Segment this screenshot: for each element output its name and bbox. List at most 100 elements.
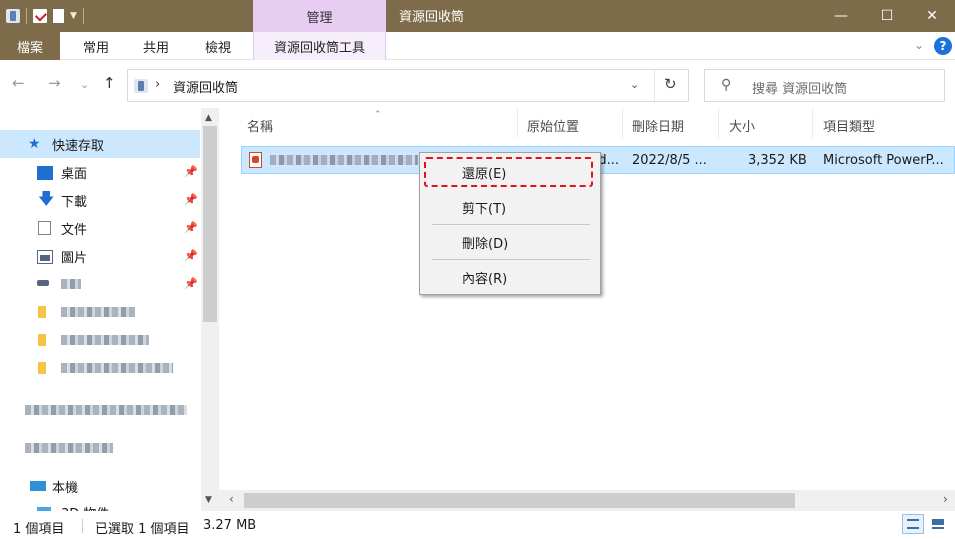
sidebar-item-folder[interactable] xyxy=(0,298,200,326)
menu-item-delete[interactable]: 刪除(D) xyxy=(420,228,600,256)
pin-icon[interactable]: 📌 xyxy=(184,221,198,234)
address-bar[interactable]: › 資源回收筒 ⌄ ↻ xyxy=(127,69,689,102)
folder-icon xyxy=(38,334,46,346)
column-size[interactable]: 大小 xyxy=(729,114,755,136)
sort-ascending-icon: ⌃ xyxy=(374,110,382,120)
column-name[interactable]: 名稱 xyxy=(247,114,273,136)
horizontal-scrollbar-thumb[interactable] xyxy=(244,493,795,508)
tab-home[interactable]: 常用 xyxy=(72,32,120,60)
sidebar-item-3d-objects[interactable]: 3D 物件 xyxy=(0,498,200,511)
restore-highlight-box xyxy=(424,157,593,187)
sidebar-item-network[interactable] xyxy=(0,434,200,462)
breadcrumb-separator-icon[interactable]: › xyxy=(155,77,160,92)
address-dropdown-chevron-icon[interactable]: ⌄ xyxy=(630,78,639,91)
selected-size: 3.27 MB xyxy=(203,518,257,533)
help-icon[interactable]: ? xyxy=(934,37,952,55)
column-date-deleted[interactable]: 刪除日期 xyxy=(632,114,684,136)
folder-icon xyxy=(38,306,46,318)
close-button[interactable]: ✕ xyxy=(909,0,955,32)
menu-item-label: 內容(R) xyxy=(462,271,508,287)
sidebar-item-folder[interactable] xyxy=(0,354,200,382)
properties-icon[interactable] xyxy=(33,9,47,23)
minimize-button[interactable]: — xyxy=(818,0,864,32)
blurred-label xyxy=(61,335,149,345)
computer-icon xyxy=(30,481,46,491)
blurred-label xyxy=(25,443,113,453)
menu-separator xyxy=(432,224,590,225)
tab-recycle-bin-tools[interactable]: 資源回收筒工具 xyxy=(253,32,386,60)
customize-toolbar-chevron-icon[interactable]: ▼ xyxy=(70,11,77,21)
large-icons-view-button[interactable] xyxy=(927,514,949,534)
drive-icon xyxy=(37,280,49,286)
powerpoint-file-icon xyxy=(249,152,262,168)
blurred-label xyxy=(61,363,173,373)
manage-contextual-tab[interactable]: 管理 xyxy=(253,0,386,32)
sidebar-item-folder[interactable] xyxy=(0,326,200,354)
large-icons-view-icon xyxy=(932,519,944,529)
size-cell: 3,352 KB xyxy=(748,153,807,168)
sidebar-item-downloads[interactable]: 🡇 下載 📌 xyxy=(0,186,200,214)
recycle-bin-icon xyxy=(6,9,20,23)
forward-button[interactable]: → xyxy=(48,74,61,92)
column-original-location[interactable]: 原始位置 xyxy=(527,114,579,136)
details-view-icon xyxy=(907,519,919,529)
blurred-label xyxy=(25,405,187,415)
column-item-type[interactable]: 項目類型 xyxy=(823,114,875,136)
status-divider xyxy=(82,519,83,533)
scroll-right-arrow-icon[interactable]: › xyxy=(943,492,948,506)
sidebar-item-label: 下載 xyxy=(61,194,88,210)
new-page-icon[interactable] xyxy=(53,9,64,23)
sidebar-item-cloud[interactable] xyxy=(0,396,200,424)
sidebar-item-documents[interactable]: 文件 📌 xyxy=(0,214,200,242)
column-divider[interactable] xyxy=(622,108,623,138)
nav-scrollbar-thumb[interactable] xyxy=(203,126,217,322)
up-button[interactable]: ↑ xyxy=(103,74,116,92)
desktop-icon xyxy=(37,166,53,180)
menu-item-label: 刪除(D) xyxy=(462,236,509,252)
scroll-left-arrow-icon[interactable]: ‹ xyxy=(229,492,234,506)
scroll-up-arrow-icon[interactable]: ▲ xyxy=(205,113,212,123)
folder-icon xyxy=(38,362,46,374)
tab-share[interactable]: 共用 xyxy=(132,32,180,60)
pin-icon[interactable]: 📌 xyxy=(184,249,198,262)
maximize-button[interactable]: ☐ xyxy=(864,0,910,32)
window-title: 資源回收筒 xyxy=(399,10,465,25)
blurred-label xyxy=(61,307,135,317)
scroll-down-arrow-icon[interactable]: ▼ xyxy=(205,495,212,505)
column-divider[interactable] xyxy=(812,108,813,138)
pin-icon[interactable]: 📌 xyxy=(184,277,198,290)
collapse-ribbon-chevron-icon[interactable]: ⌄ xyxy=(914,38,924,52)
navigation-pane[interactable]: ★ 快速存取 桌面 📌 🡇 下載 📌 文件 📌 圖片 📌 📌 本機 xyxy=(0,108,219,511)
breadcrumb[interactable]: 資源回收筒 xyxy=(173,77,238,96)
refresh-button[interactable]: ↻ xyxy=(664,75,677,93)
tab-file[interactable]: 檔案 xyxy=(0,32,60,60)
search-input[interactable]: ⚲ 搜尋 資源回收筒 xyxy=(704,69,945,102)
menu-item-properties[interactable]: 內容(R) xyxy=(420,263,600,291)
toolbar-divider xyxy=(26,8,27,24)
sidebar-item-blurred[interactable]: 📌 xyxy=(0,270,200,298)
pin-icon[interactable]: 📌 xyxy=(184,165,198,178)
sidebar-item-this-pc[interactable]: 本機 xyxy=(0,472,200,500)
tab-view[interactable]: 檢視 xyxy=(193,32,243,60)
column-divider[interactable] xyxy=(517,108,518,138)
address-divider xyxy=(654,70,655,101)
column-divider[interactable] xyxy=(718,108,719,138)
blurred-file-name xyxy=(270,155,418,165)
sidebar-item-quick-access[interactable]: ★ 快速存取 xyxy=(0,130,200,158)
pin-icon[interactable]: 📌 xyxy=(184,193,198,206)
menu-item-label: 剪下(T) xyxy=(462,201,507,217)
search-placeholder: 搜尋 資源回收筒 xyxy=(752,82,848,97)
item-type-cell: Microsoft PowerP... xyxy=(823,153,944,168)
sidebar-item-label: 圖片 xyxy=(61,250,88,266)
menu-item-cut[interactable]: 剪下(T) xyxy=(420,193,600,221)
back-button[interactable]: ← xyxy=(12,74,25,92)
sidebar-item-label: 文件 xyxy=(61,222,88,238)
document-icon xyxy=(38,221,51,235)
details-view-button[interactable] xyxy=(902,514,924,534)
recent-locations-chevron-icon[interactable]: ⌄ xyxy=(80,78,89,91)
sidebar-item-pictures[interactable]: 圖片 📌 xyxy=(0,242,200,270)
sidebar-item-label: 桌面 xyxy=(61,166,88,182)
sidebar-item-desktop[interactable]: 桌面 📌 xyxy=(0,158,200,186)
toolbar-divider xyxy=(82,8,84,24)
status-bar: 1 個項目 已選取 1 個項目 3.27 MB xyxy=(0,511,955,539)
